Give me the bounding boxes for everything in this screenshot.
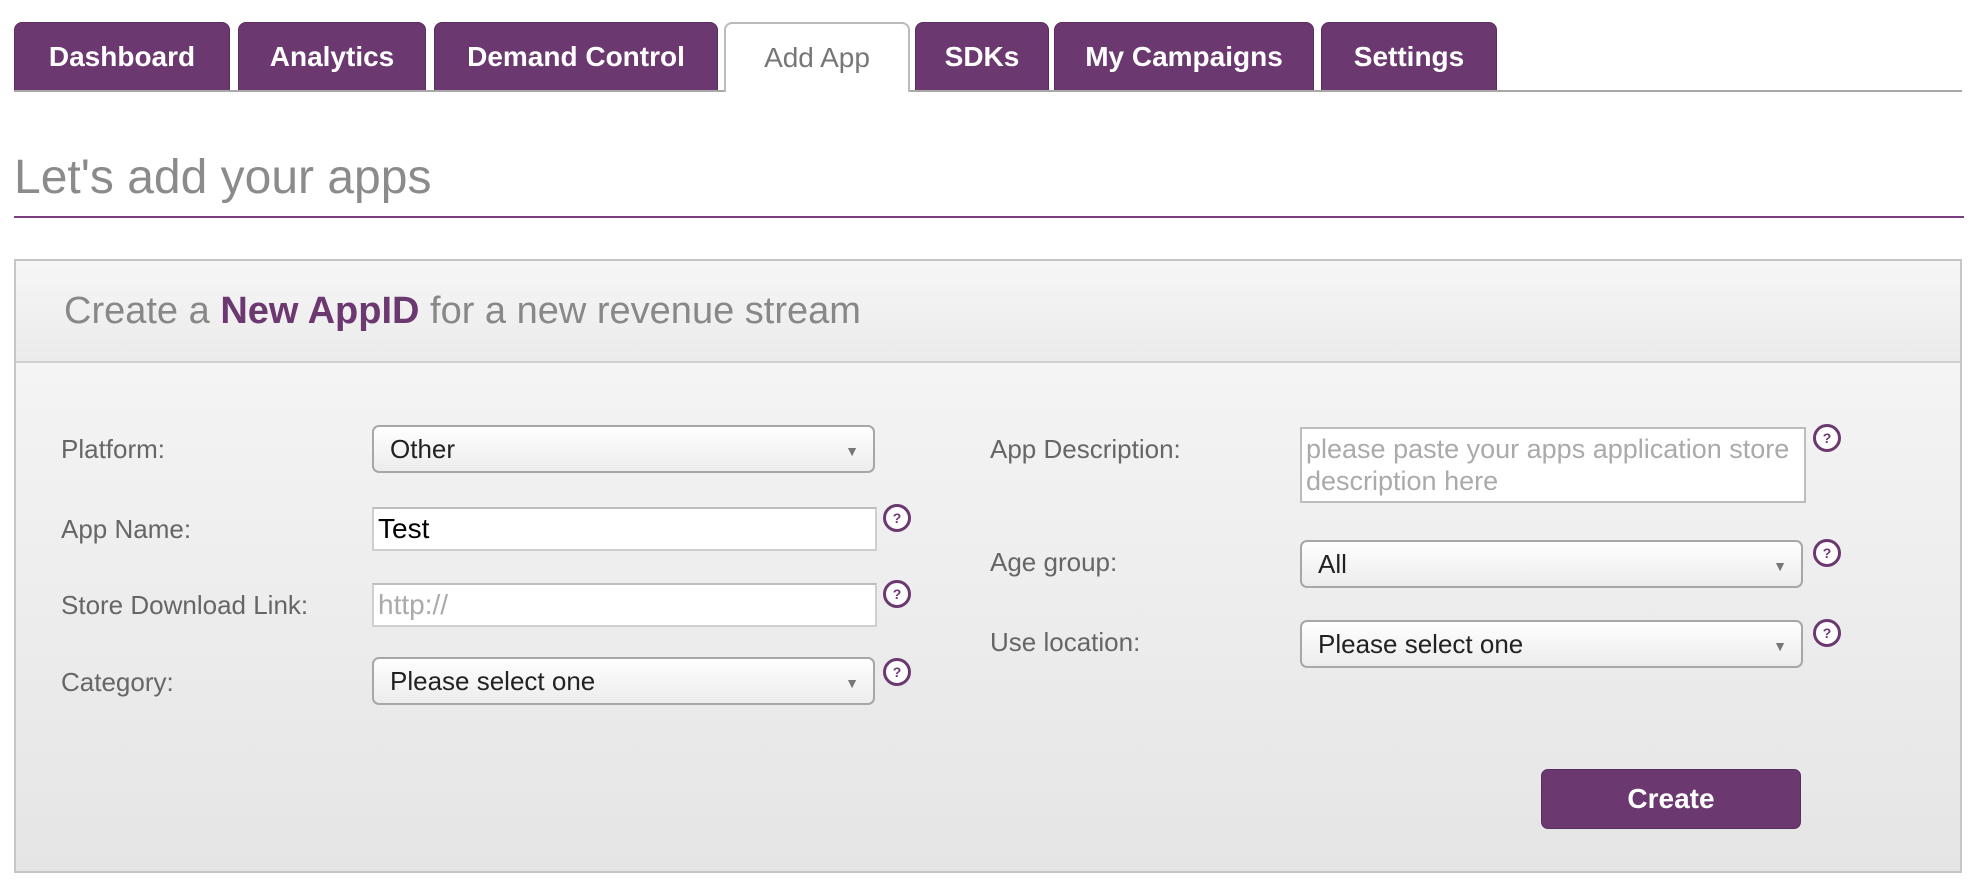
panel-title-suffix: for a new revenue stream [419, 290, 861, 332]
category-value: Please select one [390, 666, 596, 696]
use-location-value: Please select one [1318, 629, 1524, 659]
tab-add-app[interactable]: Add App [724, 22, 910, 92]
tab-demand-control[interactable]: Demand Control [434, 22, 718, 90]
help-icon[interactable]: ? [883, 658, 911, 686]
platform-value: Other [390, 434, 456, 464]
chevron-down-icon: ▼ [845, 675, 859, 691]
help-icon[interactable]: ? [1813, 539, 1841, 567]
chevron-down-icon: ▼ [1773, 558, 1787, 574]
use-location-label: Use location: [990, 627, 1141, 657]
age-group-select[interactable]: All ▼ [1300, 540, 1803, 588]
chevron-down-icon: ▼ [845, 443, 859, 459]
age-group-label: Age group: [990, 547, 1118, 577]
app-name-label: App Name: [61, 514, 192, 544]
store-link-label: Store Download Link: [61, 590, 309, 620]
heading-divider [14, 216, 1964, 218]
tab-my-campaigns[interactable]: My Campaigns [1054, 22, 1314, 90]
tab-dashboard[interactable]: Dashboard [14, 22, 230, 90]
store-link-input[interactable]: http:// [372, 583, 877, 627]
app-name-input[interactable]: Test [372, 507, 877, 551]
main-tabs: Dashboard Analytics Demand Control Add A… [14, 22, 1962, 92]
chevron-down-icon: ▼ [1773, 638, 1787, 654]
category-select[interactable]: Please select one ▼ [372, 657, 875, 705]
page-title: Let's add your apps [14, 151, 432, 204]
use-location-select[interactable]: Please select one ▼ [1300, 620, 1803, 668]
help-icon[interactable]: ? [1813, 619, 1841, 647]
panel-title-accent: New AppID [220, 290, 420, 332]
category-label: Category: [61, 667, 174, 697]
new-app-panel: Create a New AppID for a new revenue str… [14, 259, 1962, 873]
platform-label: Platform: [61, 434, 166, 464]
panel-header: Create a New AppID for a new revenue str… [16, 261, 1960, 363]
create-button[interactable]: Create [1541, 769, 1801, 829]
panel-title: Create a New AppID for a new revenue str… [64, 287, 861, 335]
help-icon[interactable]: ? [883, 580, 911, 608]
age-group-value: All [1318, 549, 1347, 579]
help-icon[interactable]: ? [1813, 424, 1841, 452]
help-icon[interactable]: ? [883, 504, 911, 532]
tab-sdks[interactable]: SDKs [915, 22, 1049, 90]
description-label: App Description: [990, 434, 1181, 464]
tab-settings[interactable]: Settings [1321, 22, 1497, 90]
platform-select[interactable]: Other ▼ [372, 425, 875, 473]
tab-analytics[interactable]: Analytics [238, 22, 426, 90]
description-textarea[interactable]: please paste your apps application store… [1300, 427, 1806, 503]
panel-title-prefix: Create a [64, 290, 221, 332]
